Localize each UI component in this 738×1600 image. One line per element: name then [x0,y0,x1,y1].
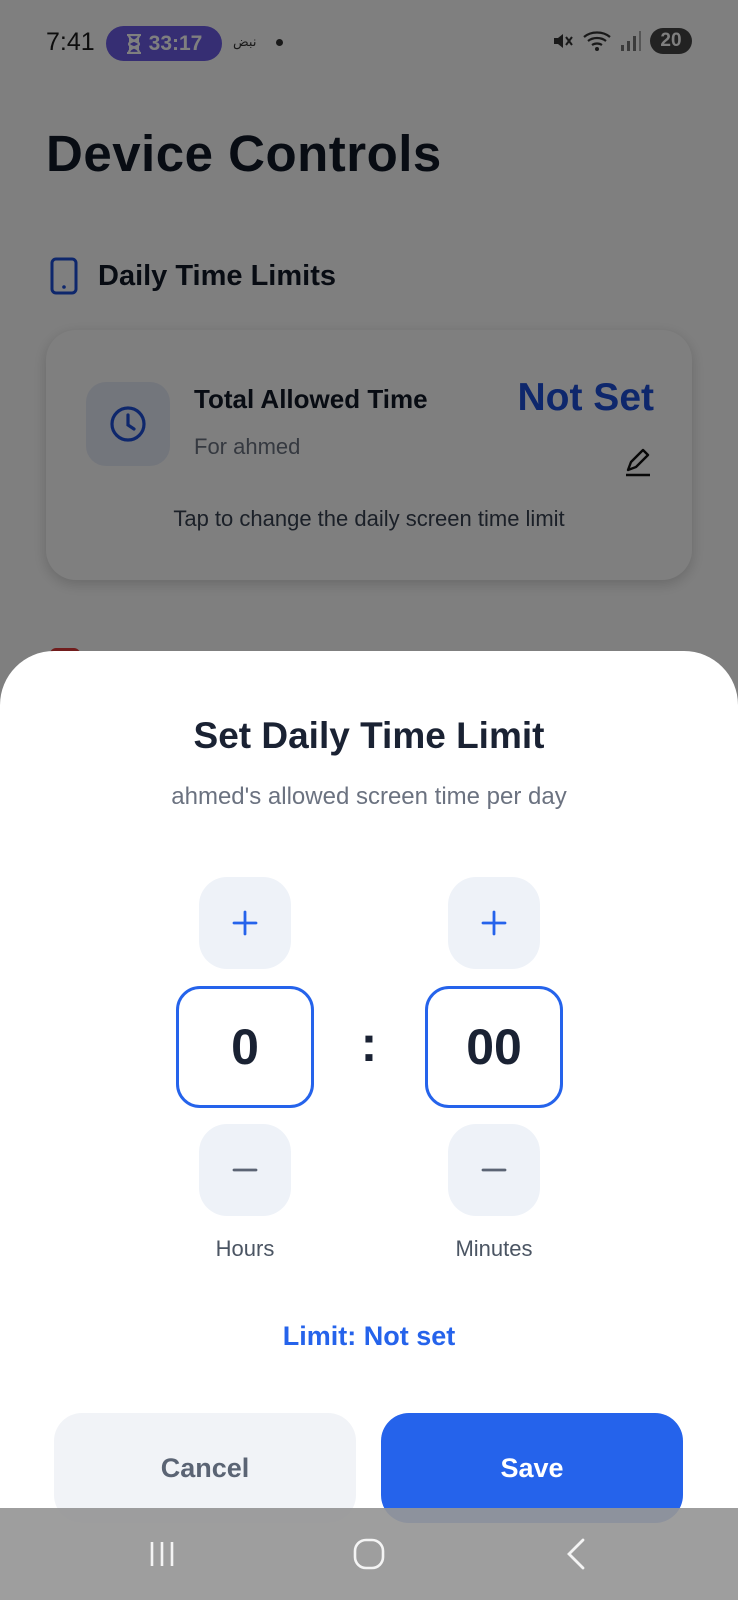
recents-icon [150,1542,174,1566]
time-separator: : [360,1016,378,1072]
set-time-limit-sheet: Set Daily Time Limit ahmed's allowed scr… [0,651,738,1600]
sheet-title: Set Daily Time Limit [193,715,545,756]
home-button[interactable] [345,1530,393,1578]
home-icon [353,1538,385,1570]
system-nav-bar [0,1508,738,1600]
minutes-decrement-button[interactable] [448,1124,540,1216]
hours-increment-button[interactable] [199,877,291,969]
recent-apps-button[interactable] [138,1530,186,1578]
plus-icon [481,910,507,936]
hours-decrement-button[interactable] [199,1124,291,1216]
plus-icon [232,910,258,936]
hours-label: Hours [215,1236,275,1261]
back-icon [567,1538,585,1570]
minutes-value-field[interactable]: 00 [425,986,563,1108]
limit-status: Limit: Not set [282,1321,456,1351]
minus-icon [232,1168,258,1172]
cancel-button[interactable]: Cancel [54,1413,356,1523]
minutes-label: Minutes [455,1236,533,1261]
minutes-increment-button[interactable] [448,877,540,969]
back-button[interactable] [552,1530,600,1578]
hours-value-field[interactable]: 0 [176,986,314,1108]
minus-icon [481,1168,507,1172]
save-button[interactable]: Save [381,1413,683,1523]
sheet-subtitle: ahmed's allowed screen time per day [171,783,567,810]
